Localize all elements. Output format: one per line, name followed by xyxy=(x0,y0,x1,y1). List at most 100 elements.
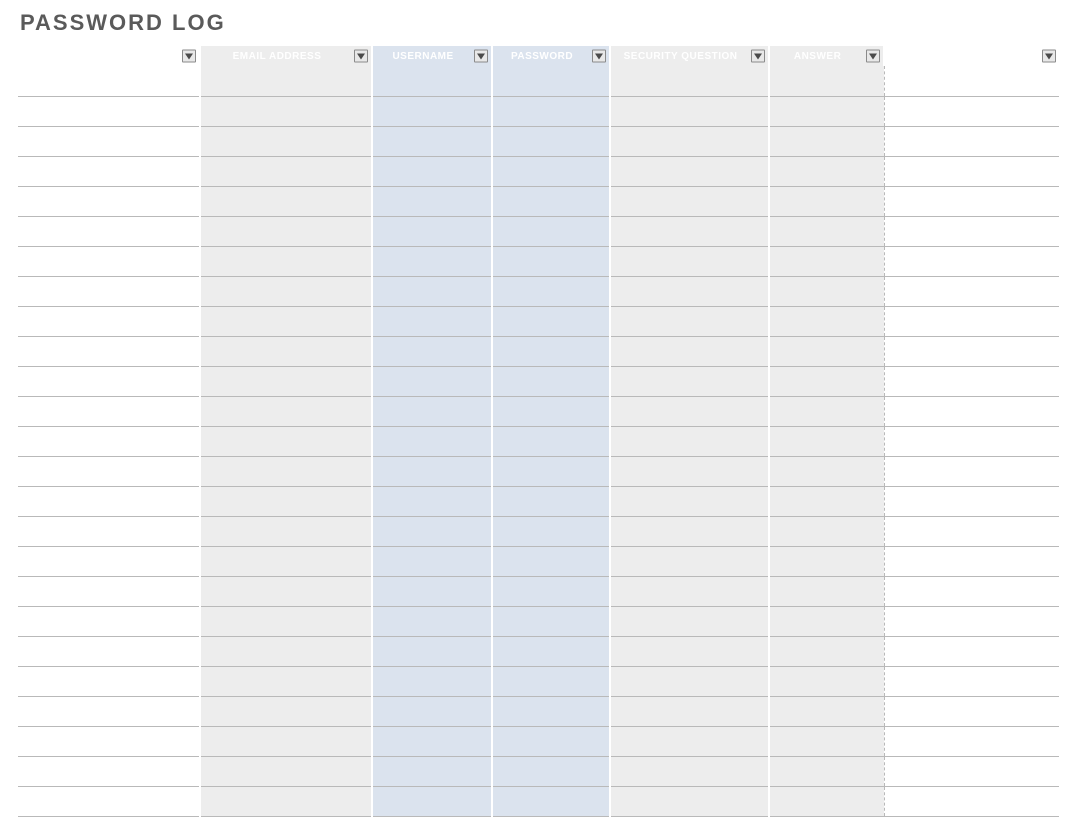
cell-comments[interactable] xyxy=(884,96,1059,126)
cell-answer[interactable] xyxy=(769,786,884,816)
cell-email[interactable] xyxy=(200,726,373,756)
cell-secq[interactable] xyxy=(610,486,769,516)
cell-secq[interactable] xyxy=(610,426,769,456)
cell-username[interactable] xyxy=(372,426,491,456)
cell-website[interactable] xyxy=(18,516,200,546)
cell-secq[interactable] xyxy=(610,306,769,336)
cell-comments[interactable] xyxy=(884,756,1059,786)
cell-username[interactable] xyxy=(372,606,491,636)
cell-secq[interactable] xyxy=(610,606,769,636)
cell-answer[interactable] xyxy=(769,276,884,306)
cell-answer[interactable] xyxy=(769,126,884,156)
cell-comments[interactable] xyxy=(884,156,1059,186)
cell-email[interactable] xyxy=(200,756,373,786)
cell-comments[interactable] xyxy=(884,126,1059,156)
cell-website[interactable] xyxy=(18,426,200,456)
cell-username[interactable] xyxy=(372,486,491,516)
cell-password[interactable] xyxy=(492,126,610,156)
cell-website[interactable] xyxy=(18,336,200,366)
cell-email[interactable] xyxy=(200,156,373,186)
cell-secq[interactable] xyxy=(610,456,769,486)
cell-answer[interactable] xyxy=(769,336,884,366)
cell-username[interactable] xyxy=(372,576,491,606)
cell-email[interactable] xyxy=(200,306,373,336)
cell-website[interactable] xyxy=(18,606,200,636)
cell-secq[interactable] xyxy=(610,396,769,426)
cell-password[interactable] xyxy=(492,96,610,126)
cell-username[interactable] xyxy=(372,366,491,396)
cell-answer[interactable] xyxy=(769,666,884,696)
cell-secq[interactable] xyxy=(610,786,769,816)
header-comments[interactable]: ADDITIONAL COMMENTS xyxy=(884,46,1059,66)
cell-website[interactable] xyxy=(18,786,200,816)
cell-email[interactable] xyxy=(200,666,373,696)
cell-secq[interactable] xyxy=(610,726,769,756)
header-email[interactable]: EMAIL ADDRESS xyxy=(200,46,373,66)
cell-answer[interactable] xyxy=(769,306,884,336)
cell-password[interactable] xyxy=(492,666,610,696)
cell-email[interactable] xyxy=(200,636,373,666)
cell-secq[interactable] xyxy=(610,156,769,186)
cell-comments[interactable] xyxy=(884,426,1059,456)
cell-website[interactable] xyxy=(18,186,200,216)
cell-answer[interactable] xyxy=(769,696,884,726)
header-security-question[interactable]: SECURITY QUESTION xyxy=(610,46,769,66)
filter-email-button[interactable] xyxy=(354,50,368,63)
cell-password[interactable] xyxy=(492,696,610,726)
cell-answer[interactable] xyxy=(769,246,884,276)
cell-username[interactable] xyxy=(372,726,491,756)
cell-website[interactable] xyxy=(18,576,200,606)
cell-username[interactable] xyxy=(372,456,491,486)
cell-username[interactable] xyxy=(372,696,491,726)
cell-email[interactable] xyxy=(200,516,373,546)
cell-email[interactable] xyxy=(200,186,373,216)
filter-username-button[interactable] xyxy=(474,50,488,63)
cell-website[interactable] xyxy=(18,366,200,396)
header-username[interactable]: USERNAME xyxy=(372,46,491,66)
cell-answer[interactable] xyxy=(769,756,884,786)
cell-website[interactable] xyxy=(18,66,200,96)
cell-username[interactable] xyxy=(372,306,491,336)
cell-comments[interactable] xyxy=(884,666,1059,696)
cell-answer[interactable] xyxy=(769,516,884,546)
cell-comments[interactable] xyxy=(884,546,1059,576)
cell-password[interactable] xyxy=(492,636,610,666)
cell-username[interactable] xyxy=(372,276,491,306)
cell-comments[interactable] xyxy=(884,786,1059,816)
cell-email[interactable] xyxy=(200,126,373,156)
filter-secq-button[interactable] xyxy=(751,50,765,63)
cell-answer[interactable] xyxy=(769,636,884,666)
cell-secq[interactable] xyxy=(610,96,769,126)
cell-secq[interactable] xyxy=(610,576,769,606)
cell-email[interactable] xyxy=(200,366,373,396)
cell-username[interactable] xyxy=(372,396,491,426)
cell-email[interactable] xyxy=(200,486,373,516)
cell-email[interactable] xyxy=(200,66,373,96)
cell-username[interactable] xyxy=(372,336,491,366)
cell-email[interactable] xyxy=(200,456,373,486)
cell-password[interactable] xyxy=(492,396,610,426)
cell-secq[interactable] xyxy=(610,756,769,786)
cell-username[interactable] xyxy=(372,156,491,186)
cell-email[interactable] xyxy=(200,276,373,306)
cell-answer[interactable] xyxy=(769,396,884,426)
cell-secq[interactable] xyxy=(610,186,769,216)
cell-username[interactable] xyxy=(372,546,491,576)
cell-website[interactable] xyxy=(18,696,200,726)
cell-secq[interactable] xyxy=(610,66,769,96)
cell-answer[interactable] xyxy=(769,66,884,96)
cell-website[interactable] xyxy=(18,636,200,666)
cell-answer[interactable] xyxy=(769,366,884,396)
cell-comments[interactable] xyxy=(884,366,1059,396)
cell-comments[interactable] xyxy=(884,396,1059,426)
cell-website[interactable] xyxy=(18,246,200,276)
cell-answer[interactable] xyxy=(769,156,884,186)
cell-website[interactable] xyxy=(18,486,200,516)
cell-comments[interactable] xyxy=(884,216,1059,246)
cell-secq[interactable] xyxy=(610,126,769,156)
cell-website[interactable] xyxy=(18,126,200,156)
cell-comments[interactable] xyxy=(884,486,1059,516)
cell-password[interactable] xyxy=(492,546,610,576)
cell-password[interactable] xyxy=(492,756,610,786)
cell-password[interactable] xyxy=(492,606,610,636)
